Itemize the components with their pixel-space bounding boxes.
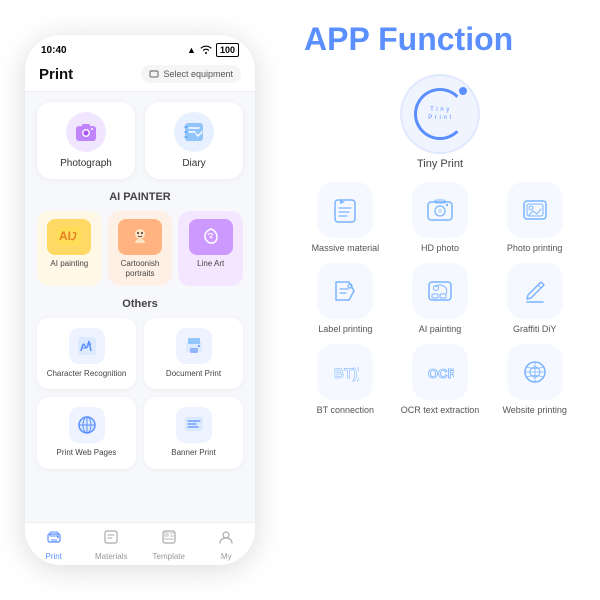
ai-painting-label: AI painting <box>50 259 88 269</box>
ai-card-cartoonish[interactable]: Cartoonish portraits <box>108 211 173 286</box>
signal-icon: ▲ <box>187 45 196 55</box>
other-banner-print[interactable]: Banner Print <box>144 397 243 468</box>
status-bar: 10:40 ▲ 100 <box>25 35 255 61</box>
other-print-web[interactable]: Print Web Pages <box>37 397 136 468</box>
app-function-section: APP Function T i n yP r i n t Tiny Print… <box>280 0 600 600</box>
quick-actions: Photograph Diary <box>37 102 243 179</box>
svg-text:OCR: OCR <box>428 366 454 381</box>
diary-label: Diary <box>182 158 205 169</box>
feature-ai-painting[interactable]: AI painting <box>399 263 482 336</box>
cartoonish-label: Cartoonish portraits <box>112 259 169 280</box>
diary-icon <box>174 112 214 152</box>
svg-text:BT)): BT)) <box>334 365 359 381</box>
photograph-label: Photograph <box>60 158 112 169</box>
massive-material-label: Massive material <box>312 243 380 255</box>
photo-printing-label: Photo printing <box>507 243 563 255</box>
select-equipment-button[interactable]: Select equipment <box>141 65 241 83</box>
massive-material-icon-box <box>317 182 373 238</box>
phone-header: Print Select equipment <box>25 61 255 92</box>
header-title: Print <box>39 66 73 83</box>
ai-card-line-art[interactable]: Line Art <box>178 211 243 286</box>
nav-print[interactable]: Print <box>25 529 83 561</box>
feature-graffiti-diy[interactable]: Graffiti DiY <box>493 263 576 336</box>
wifi-icon <box>200 44 212 56</box>
graffiti-diy-icon-box <box>507 263 563 319</box>
others-title: Others <box>37 298 243 310</box>
char-recognition-label: Character Recognition <box>47 369 127 379</box>
quick-action-photograph[interactable]: Photograph <box>37 102 135 179</box>
nav-print-label: Print <box>46 552 62 561</box>
photo-printing-icon-box <box>507 182 563 238</box>
tiny-print-circle: T i n yP r i n t <box>414 88 466 140</box>
nav-template-icon <box>161 529 177 550</box>
feature-label-printing[interactable]: Label printing <box>304 263 387 336</box>
doc-print-label: Document Print <box>166 369 221 379</box>
banner-print-label: Banner Print <box>171 448 215 458</box>
feature-massive-material[interactable]: Massive material <box>304 182 387 255</box>
banner-print-icon <box>176 407 212 443</box>
feature-photo-printing[interactable]: Photo printing <box>493 182 576 255</box>
feature-ocr[interactable]: OCR OCR text extraction <box>399 344 482 417</box>
app-function-title: APP Function <box>304 20 576 58</box>
nav-my[interactable]: My <box>198 529 256 561</box>
status-time: 10:40 <box>41 45 67 56</box>
line-art-icon <box>189 219 233 255</box>
nav-materials-icon <box>103 529 119 550</box>
nav-my-icon <box>218 529 234 550</box>
ai-card-painting[interactable]: AI AI painting <box>37 211 102 286</box>
nav-template-label: Template <box>153 552 185 561</box>
status-icons: ▲ 100 <box>187 43 239 57</box>
others-grid: Character Recognition Document Print <box>37 318 243 469</box>
other-doc-print[interactable]: Document Print <box>144 318 243 389</box>
feature-website-printing[interactable]: Website printing <box>493 344 576 417</box>
ocr-icon-box: OCR <box>412 344 468 400</box>
phone-mockup: 10:40 ▲ 100 Print <box>25 35 255 565</box>
cartoonish-icon <box>118 219 162 255</box>
ai-painter-title: AI PAINTER <box>37 191 243 203</box>
graffiti-diy-label: Graffiti DiY <box>513 324 556 336</box>
label-printing-label: Label printing <box>318 324 372 336</box>
feature-bt-connection[interactable]: BT)) BT connection <box>304 344 387 417</box>
ai-painting-icon-box <box>412 263 468 319</box>
line-art-label: Line Art <box>197 259 224 269</box>
logo-dot <box>459 87 467 95</box>
hd-photo-label: HD photo <box>421 243 459 255</box>
char-recognition-icon <box>69 328 105 364</box>
website-printing-icon-box <box>507 344 563 400</box>
print-web-icon <box>69 407 105 443</box>
bt-connection-label: BT connection <box>317 405 374 417</box>
logo-container: T i n yP r i n t Tiny Print <box>304 74 576 170</box>
ai-painter-grid: AI AI painting <box>37 211 243 286</box>
nav-template[interactable]: Template <box>140 529 198 561</box>
nav-print-icon <box>46 529 62 550</box>
quick-action-diary[interactable]: Diary <box>145 102 243 179</box>
phone-section: 10:40 ▲ 100 Print <box>0 0 280 600</box>
ai-painting-feat-label: AI painting <box>419 324 462 336</box>
website-printing-label: Website printing <box>502 405 566 417</box>
nav-materials[interactable]: Materials <box>83 529 141 561</box>
logo-text: T i n yP r i n t <box>428 106 451 123</box>
label-printing-icon-box <box>317 263 373 319</box>
select-equipment-label: Select equipment <box>163 69 233 79</box>
phone-content: Photograph Diary AI PAINTER <box>25 92 255 522</box>
hd-photo-icon-box <box>412 182 468 238</box>
bt-connection-icon-box: BT)) <box>317 344 373 400</box>
photograph-icon <box>66 112 106 152</box>
doc-print-icon <box>176 328 212 364</box>
battery-icon: 100 <box>216 43 239 57</box>
ai-painting-icon: AI <box>47 219 91 255</box>
svg-text:AI: AI <box>59 229 71 243</box>
tiny-print-logo: T i n yP r i n t <box>400 74 480 154</box>
features-grid: Massive material HD photo <box>304 182 576 416</box>
feature-hd-photo[interactable]: HD photo <box>399 182 482 255</box>
ocr-label: OCR text extraction <box>401 405 480 417</box>
nav-materials-label: Materials <box>95 552 127 561</box>
nav-my-label: My <box>221 552 232 561</box>
phone-nav: Print Materials <box>25 522 255 565</box>
logo-label: Tiny Print <box>304 158 576 170</box>
print-web-label: Print Web Pages <box>57 448 117 458</box>
other-char-recognition[interactable]: Character Recognition <box>37 318 136 389</box>
